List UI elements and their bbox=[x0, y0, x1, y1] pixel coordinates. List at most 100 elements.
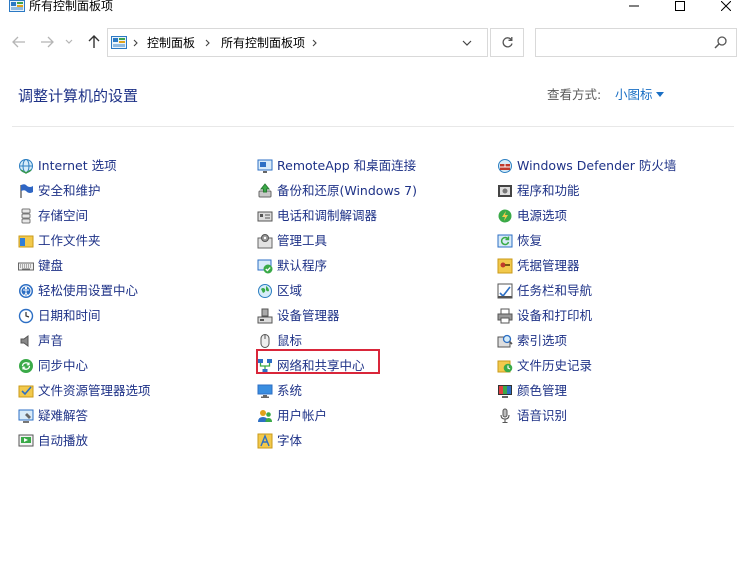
window-title: 所有控制面板项 bbox=[29, 0, 114, 13]
refresh-icon bbox=[502, 37, 513, 48]
chevron-down-icon bbox=[65, 39, 73, 44]
item-speech-recognition[interactable]: 语音识别 bbox=[497, 403, 727, 428]
sync-center-icon bbox=[18, 358, 34, 374]
item-devices-printers[interactable]: 设备和打印机 bbox=[497, 303, 727, 328]
items-column-2: RemoteApp 和桌面连接 备份和还原(Windows 7) 电话和调制解调… bbox=[257, 153, 487, 453]
item-date-time[interactable]: 日期和时间 bbox=[18, 303, 248, 328]
item-windows-firewall[interactable]: Windows Defender 防火墙 bbox=[497, 153, 727, 178]
file-history-icon bbox=[497, 358, 513, 374]
navigation-bar: 控制面板 所有控制面板项 bbox=[0, 26, 745, 58]
item-security-maintenance[interactable]: 安全和维护 bbox=[18, 178, 248, 203]
default-programs-icon bbox=[257, 258, 273, 274]
network-sharing-icon bbox=[257, 358, 273, 374]
sound-icon bbox=[18, 333, 34, 349]
autoplay-icon bbox=[18, 433, 34, 449]
chevron-right-icon[interactable] bbox=[310, 37, 320, 49]
item-file-history[interactable]: 文件历史记录 bbox=[497, 353, 727, 378]
item-troubleshooting[interactable]: 疑难解答 bbox=[18, 403, 248, 428]
item-storage-spaces[interactable]: 存储空间 bbox=[18, 203, 248, 228]
taskbar-icon bbox=[497, 283, 513, 299]
item-internet-options[interactable]: Internet 选项 bbox=[18, 153, 248, 178]
file-explorer-options-icon bbox=[18, 383, 34, 399]
item-file-explorer-options[interactable]: 文件资源管理器选项 bbox=[18, 378, 248, 403]
item-backup-restore[interactable]: 备份和还原(Windows 7) bbox=[257, 178, 487, 203]
address-history-dropdown[interactable] bbox=[460, 36, 474, 50]
divider bbox=[12, 126, 734, 127]
item-credential-manager[interactable]: 凭据管理器 bbox=[497, 253, 727, 278]
item-ease-of-access[interactable]: 轻松使用设置中心 bbox=[18, 278, 248, 303]
item-autoplay[interactable]: 自动播放 bbox=[18, 428, 248, 453]
date-time-icon bbox=[18, 308, 34, 324]
item-admin-tools[interactable]: 管理工具 bbox=[257, 228, 487, 253]
search-input[interactable] bbox=[535, 28, 737, 57]
view-by-dropdown[interactable]: 小图标 bbox=[615, 86, 653, 104]
item-work-folders[interactable]: 工作文件夹 bbox=[18, 228, 248, 253]
triangle-down-icon[interactable] bbox=[656, 92, 664, 98]
item-default-programs[interactable]: 默认程序 bbox=[257, 253, 487, 278]
close-button[interactable] bbox=[703, 0, 745, 15]
minimize-button[interactable] bbox=[611, 0, 657, 15]
indexing-options-icon bbox=[497, 333, 513, 349]
item-sound[interactable]: 声音 bbox=[18, 328, 248, 353]
item-device-manager[interactable]: 设备管理器 bbox=[257, 303, 487, 328]
phone-modem-icon bbox=[257, 208, 273, 224]
keyboard-icon bbox=[18, 258, 34, 274]
arrow-up-icon bbox=[88, 35, 100, 48]
region-icon bbox=[257, 283, 273, 299]
user-accounts-icon bbox=[257, 408, 273, 424]
recovery-icon bbox=[497, 233, 513, 249]
devices-printers-icon bbox=[497, 308, 513, 324]
item-color-management[interactable]: 颜色管理 bbox=[497, 378, 727, 403]
firewall-icon bbox=[497, 158, 513, 174]
item-system[interactable]: 系统 bbox=[257, 378, 487, 403]
fonts-icon bbox=[257, 433, 273, 449]
admin-tools-icon bbox=[257, 233, 273, 249]
refresh-button[interactable] bbox=[490, 28, 524, 57]
storage-spaces-icon bbox=[18, 208, 34, 224]
title-bar: 所有控制面板项 bbox=[0, 0, 745, 14]
address-bar[interactable]: 控制面板 所有控制面板项 bbox=[107, 28, 488, 57]
credential-manager-icon bbox=[497, 258, 513, 274]
up-button[interactable] bbox=[84, 33, 104, 51]
forward-button[interactable] bbox=[37, 33, 57, 51]
item-network-sharing[interactable]: 网络和共享中心 bbox=[257, 353, 487, 378]
item-keyboard[interactable]: 键盘 bbox=[18, 253, 248, 278]
maximize-button[interactable] bbox=[657, 0, 703, 15]
power-options-icon bbox=[497, 208, 513, 224]
back-button[interactable] bbox=[9, 33, 29, 51]
color-management-icon bbox=[497, 383, 513, 399]
breadcrumb-all-items[interactable]: 所有控制面板项 bbox=[221, 35, 305, 51]
mouse-icon bbox=[257, 333, 273, 349]
chevron-down-icon bbox=[462, 40, 472, 46]
item-phone-modem[interactable]: 电话和调制解调器 bbox=[257, 203, 487, 228]
remoteapp-icon bbox=[257, 158, 273, 174]
items-column-1: Internet 选项 安全和维护 存储空间 工作文件夹 键盘 轻松使用设置中心… bbox=[18, 153, 248, 453]
ease-of-access-icon bbox=[18, 283, 34, 299]
items-column-3: Windows Defender 防火墙 程序和功能 电源选项 恢复 凭据管理器… bbox=[497, 153, 727, 428]
item-programs-features[interactable]: 程序和功能 bbox=[497, 178, 727, 203]
item-indexing-options[interactable]: 索引选项 bbox=[497, 328, 727, 353]
search-icon[interactable] bbox=[714, 36, 728, 50]
control-panel-icon bbox=[111, 36, 127, 50]
recent-locations-button[interactable] bbox=[62, 33, 76, 51]
chevron-right-icon[interactable] bbox=[131, 37, 141, 49]
chevron-right-icon[interactable] bbox=[203, 37, 213, 49]
item-fonts[interactable]: 字体 bbox=[257, 428, 487, 453]
control-panel-icon bbox=[9, 0, 25, 12]
item-user-accounts[interactable]: 用户帐户 bbox=[257, 403, 487, 428]
item-taskbar-navigation[interactable]: 任务栏和导航 bbox=[497, 278, 727, 303]
item-recovery[interactable]: 恢复 bbox=[497, 228, 727, 253]
backup-restore-icon bbox=[257, 182, 273, 199]
breadcrumb-control-panel[interactable]: 控制面板 bbox=[147, 35, 195, 51]
item-region[interactable]: 区域 bbox=[257, 278, 487, 303]
item-remoteapp[interactable]: RemoteApp 和桌面连接 bbox=[257, 153, 487, 178]
troubleshooting-icon bbox=[18, 408, 34, 424]
item-mouse[interactable]: 鼠标 bbox=[257, 328, 487, 353]
internet-options-icon bbox=[18, 158, 34, 174]
item-sync-center[interactable]: 同步中心 bbox=[18, 353, 248, 378]
item-power-options[interactable]: 电源选项 bbox=[497, 203, 727, 228]
programs-features-icon bbox=[497, 183, 513, 199]
security-flag-icon bbox=[18, 183, 34, 199]
speech-recognition-icon bbox=[497, 408, 513, 424]
view-by-label: 查看方式: bbox=[547, 87, 602, 102]
